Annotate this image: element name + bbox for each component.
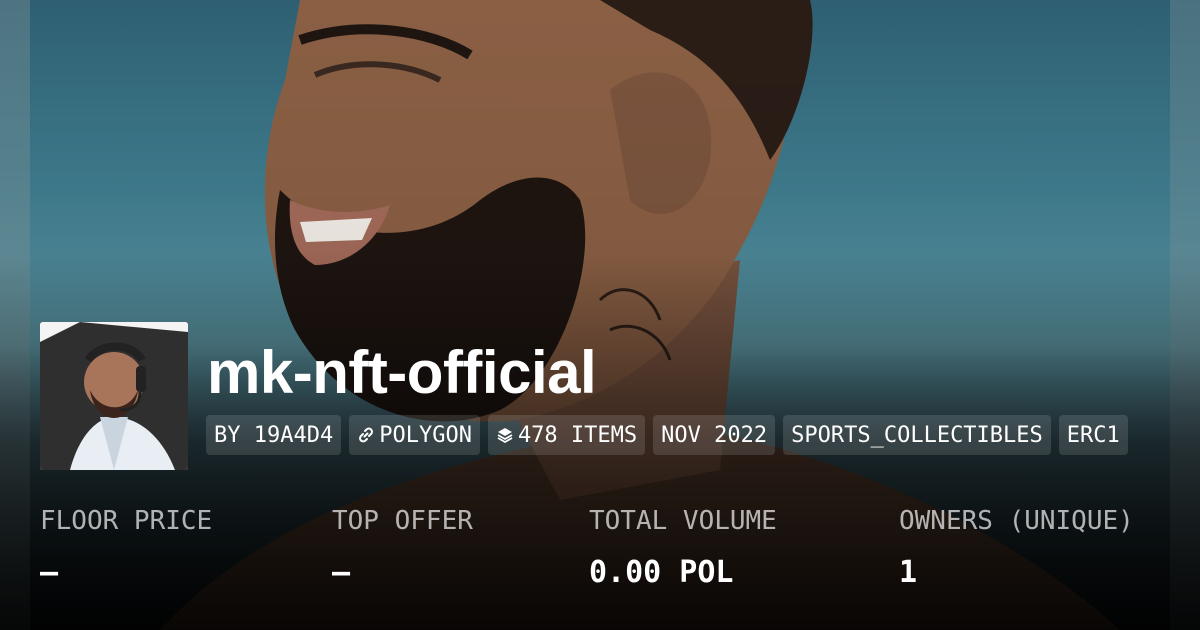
standard-chip: ERC1 [1058, 415, 1128, 455]
chain-chip[interactable]: POLYGON [349, 415, 480, 455]
top-offer-stat: TOP OFFER – [332, 505, 473, 593]
collection-title: mk-nft-official [207, 339, 597, 406]
floor-price-stat: FLOOR PRICE – [40, 505, 212, 593]
total-volume-stat: TOTAL VOLUME 0.00 POL [589, 505, 777, 593]
category-chip-label: SPORTS_COLLECTIBLES [791, 422, 1043, 448]
total-volume-value: 0.00 POL [589, 555, 734, 590]
top-offer-label: TOP OFFER [332, 506, 473, 536]
owners-label: OWNERS (UNIQUE) [899, 506, 1134, 536]
total-volume-label: TOTAL VOLUME [589, 506, 777, 536]
top-offer-value: – [332, 555, 351, 590]
collection-chips: BY 19A4D4 POLYGON 478 ITEMS NOV 2022 SPO… [206, 415, 1128, 455]
standard-chip-label: ERC1 [1066, 422, 1120, 448]
creator-chip-label: BY 19A4D4 [214, 422, 334, 448]
category-chip[interactable]: SPORTS_COLLECTIBLES [783, 415, 1051, 455]
date-chip: NOV 2022 [653, 415, 776, 455]
floor-price-value: – [40, 555, 59, 590]
items-chip-label: 478 ITEMS [517, 422, 638, 448]
layers-icon [496, 426, 514, 444]
creator-chip[interactable]: BY 19A4D4 [206, 415, 342, 455]
link-icon [357, 426, 375, 444]
owners-value: 1 [899, 555, 918, 590]
items-chip[interactable]: 478 ITEMS [487, 415, 646, 455]
collection-card: mk-nft-official BY 19A4D4 POLYGON 478 IT… [0, 0, 1200, 630]
owners-stat: OWNERS (UNIQUE) 1 [899, 505, 1134, 593]
collection-avatar [40, 322, 188, 470]
chain-chip-label: POLYGON [379, 422, 472, 448]
date-chip-label: NOV 2022 [661, 422, 768, 448]
floor-price-label: FLOOR PRICE [40, 506, 213, 536]
